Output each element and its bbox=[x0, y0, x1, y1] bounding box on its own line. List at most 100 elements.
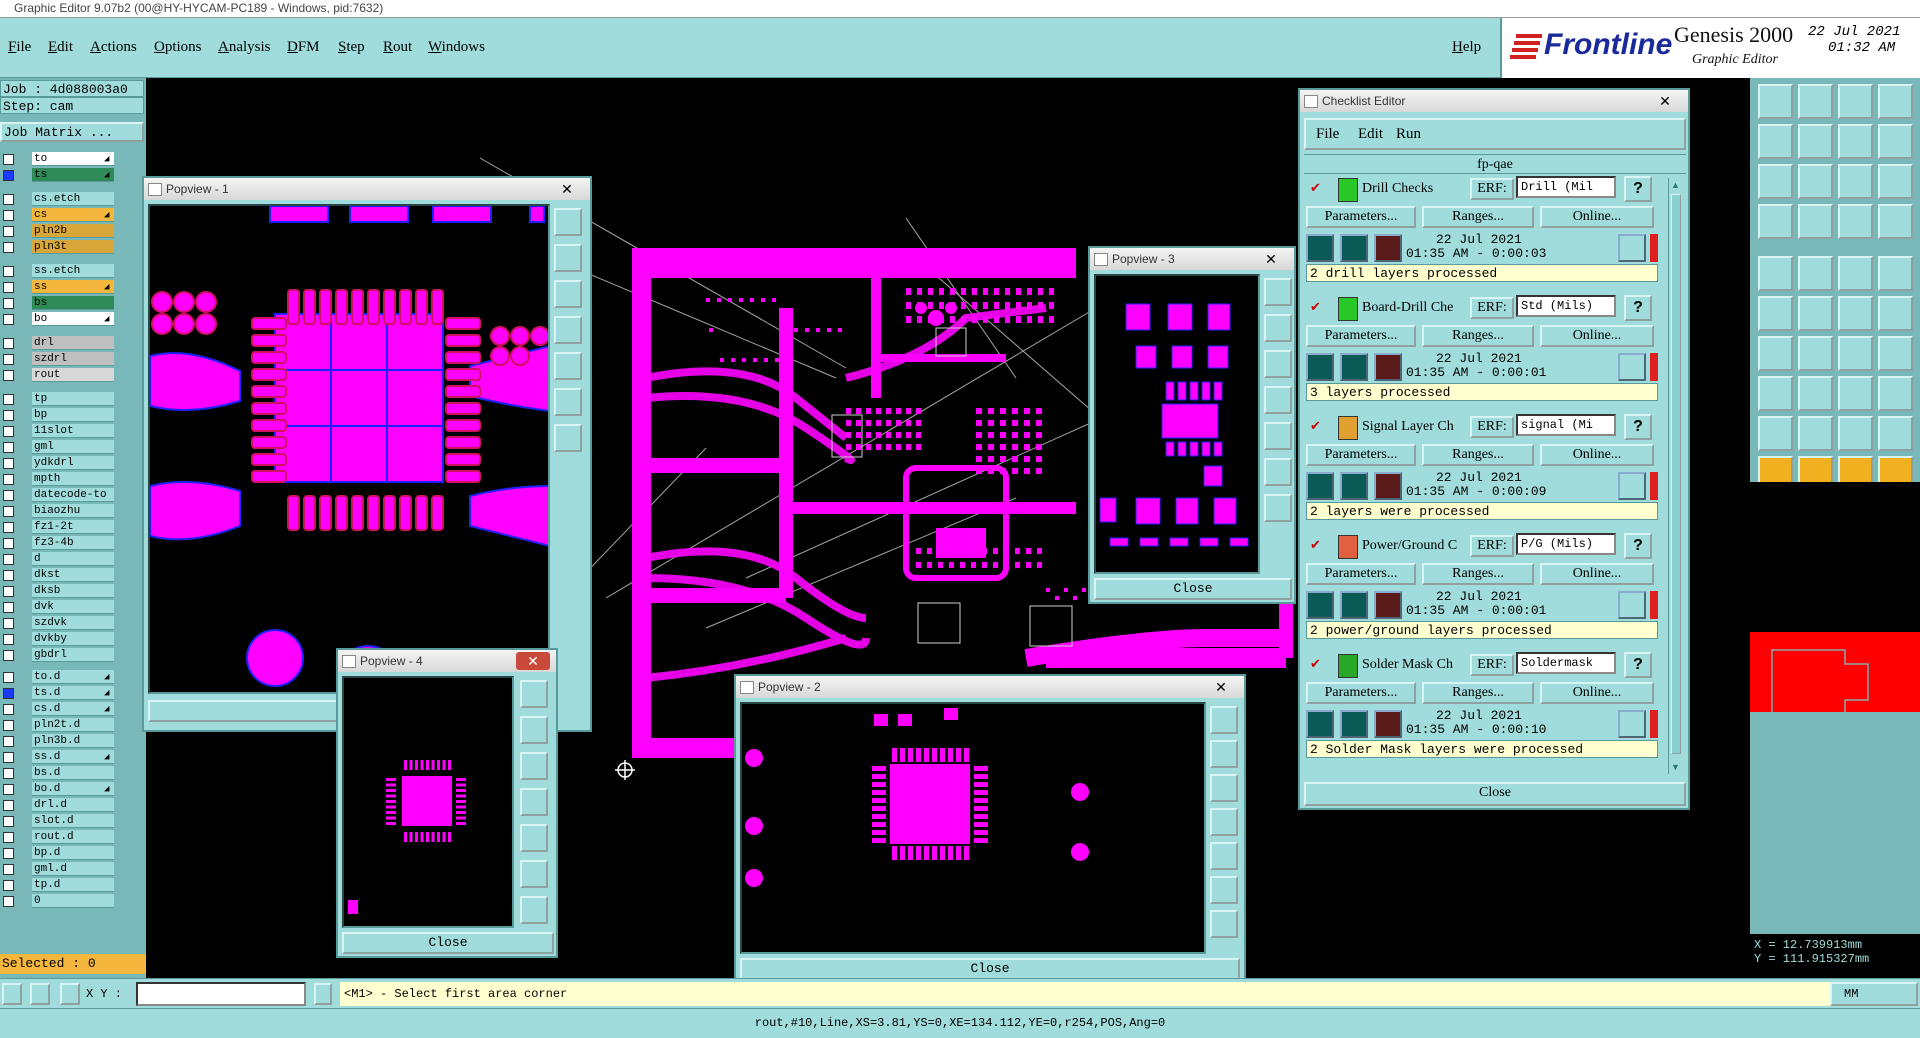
layer-checkbox[interactable] bbox=[3, 752, 14, 763]
layer-name[interactable]: tp bbox=[32, 392, 114, 406]
pad-icon[interactable] bbox=[1758, 376, 1793, 411]
layer-row[interactable]: szdrl bbox=[0, 352, 116, 367]
parameters-button[interactable]: Parameters... bbox=[1306, 563, 1416, 585]
layer-checkbox[interactable] bbox=[3, 672, 14, 683]
action-name[interactable]: Board-Drill Che bbox=[1362, 300, 1470, 316]
popview-2-view[interactable] bbox=[740, 702, 1206, 954]
help-icon[interactable]: ? bbox=[1624, 176, 1652, 202]
checklist-title-bar[interactable]: Checklist Editor ✕ bbox=[1300, 90, 1688, 112]
layer-checkbox[interactable] bbox=[3, 634, 14, 645]
menu-windows[interactable]: Windows bbox=[428, 39, 485, 56]
checklist-editor-window[interactable]: Checklist Editor ✕ File Edit Run fp-qae … bbox=[1298, 88, 1690, 810]
ranges-button[interactable]: Ranges... bbox=[1422, 563, 1534, 585]
erf-field[interactable]: Soldermask bbox=[1516, 652, 1616, 674]
popview-1-view[interactable] bbox=[148, 204, 550, 694]
pan-icon[interactable] bbox=[1798, 164, 1833, 199]
menu-edit[interactable]: Edit bbox=[48, 39, 73, 56]
layer-row[interactable]: dksb bbox=[0, 584, 116, 599]
layer-checkbox[interactable] bbox=[3, 688, 14, 699]
run-icon[interactable] bbox=[1306, 472, 1334, 500]
parameters-button[interactable]: Parameters... bbox=[1306, 325, 1416, 347]
pan-right-icon[interactable] bbox=[1210, 842, 1238, 870]
pan-right-icon[interactable] bbox=[1264, 422, 1292, 450]
layer-checkbox[interactable] bbox=[3, 474, 14, 485]
menu-analysis[interactable]: Analysis bbox=[218, 39, 271, 56]
menu-actions[interactable]: Actions bbox=[90, 39, 137, 56]
action-name[interactable]: Signal Layer Ch bbox=[1362, 419, 1470, 435]
parameters-button[interactable]: Parameters... bbox=[1306, 206, 1416, 228]
warn-d-icon[interactable] bbox=[1878, 416, 1913, 451]
ranges-button[interactable]: Ranges... bbox=[1422, 206, 1534, 228]
copy-icon[interactable] bbox=[1878, 84, 1913, 119]
stop-icon[interactable] bbox=[1374, 472, 1402, 500]
layer-checkbox[interactable] bbox=[3, 736, 14, 747]
run-step-icon[interactable] bbox=[1340, 591, 1368, 619]
layer-name[interactable]: 11slot bbox=[32, 424, 114, 438]
zoom-in-icon[interactable] bbox=[554, 244, 582, 272]
import-icon[interactable] bbox=[1758, 124, 1793, 159]
layer-checkbox[interactable] bbox=[3, 602, 14, 613]
layer-name[interactable]: szdvk bbox=[32, 616, 114, 630]
action-name[interactable]: Power/Ground C bbox=[1362, 538, 1470, 554]
layer-name[interactable]: dksb bbox=[32, 584, 114, 598]
ranges-button[interactable]: Ranges... bbox=[1422, 682, 1534, 704]
layer-row[interactable]: ss ◢ bbox=[0, 280, 116, 295]
layer-name[interactable]: bo.d bbox=[32, 782, 114, 796]
layer-name[interactable]: to bbox=[32, 152, 114, 166]
units-select[interactable]: MM bbox=[1830, 982, 1918, 1006]
layer-name[interactable]: rout bbox=[32, 368, 114, 382]
run-icon[interactable] bbox=[1306, 591, 1334, 619]
layer-name[interactable]: d bbox=[32, 552, 114, 566]
layer-row[interactable]: gbdrl bbox=[0, 648, 116, 663]
layer-row[interactable]: ss.d ◢ bbox=[0, 750, 116, 765]
zoom-out-icon[interactable] bbox=[1264, 350, 1292, 378]
layer-checkbox[interactable] bbox=[3, 650, 14, 661]
layer-name[interactable]: pln3t bbox=[32, 240, 114, 254]
measure-icon[interactable] bbox=[30, 983, 50, 1005]
checklist-menu-run[interactable]: Run bbox=[1396, 126, 1421, 143]
popview-3-view[interactable] bbox=[1094, 274, 1260, 574]
target-icon[interactable] bbox=[1878, 256, 1913, 291]
run-step-icon[interactable] bbox=[1340, 234, 1368, 262]
zoom-in-icon[interactable] bbox=[1264, 314, 1292, 342]
zoom-home-icon[interactable] bbox=[1264, 278, 1292, 306]
layer-name[interactable]: szdrl bbox=[32, 352, 114, 366]
parameters-button[interactable]: Parameters... bbox=[1306, 444, 1416, 466]
menu-file[interactable]: File bbox=[8, 39, 31, 56]
layer-name[interactable]: bs bbox=[32, 296, 114, 310]
action-name[interactable]: Solder Mask Ch bbox=[1362, 657, 1470, 673]
stop-icon[interactable] bbox=[1374, 234, 1402, 262]
layer-row[interactable]: slot.d bbox=[0, 814, 116, 829]
snap-icon[interactable] bbox=[2, 983, 22, 1005]
layer-checkbox[interactable] bbox=[3, 522, 14, 533]
layer-name[interactable]: 0 bbox=[32, 894, 114, 908]
layer-name[interactable]: biaozhu bbox=[32, 504, 114, 518]
layer-checkbox[interactable] bbox=[3, 586, 14, 597]
layer-name[interactable]: fz1-2t bbox=[32, 520, 114, 534]
fit-icon[interactable] bbox=[520, 860, 548, 888]
layer-row[interactable]: cs.d ◢ bbox=[0, 702, 116, 717]
snap-icon[interactable] bbox=[1758, 204, 1793, 239]
layer-checkbox[interactable] bbox=[3, 354, 14, 365]
layer-checkbox[interactable] bbox=[3, 506, 14, 517]
layer-checkbox[interactable] bbox=[3, 538, 14, 549]
layer-name[interactable]: pln2t.d bbox=[32, 718, 114, 732]
layer-row[interactable]: mpth bbox=[0, 472, 116, 487]
popview-1-close-icon[interactable]: ✕ bbox=[550, 180, 584, 198]
zoom-results-icon[interactable] bbox=[1618, 234, 1646, 262]
layer-row[interactable]: gml.d bbox=[0, 862, 116, 877]
layer-name[interactable]: bs.d bbox=[32, 766, 114, 780]
checklist-menu-edit[interactable]: Edit bbox=[1358, 126, 1383, 143]
zoom-results-icon[interactable] bbox=[1618, 472, 1646, 500]
layer-row[interactable]: pln3b.d bbox=[0, 734, 116, 749]
layer-row[interactable]: tp.d bbox=[0, 878, 116, 893]
parameters-button[interactable]: Parameters... bbox=[1306, 682, 1416, 704]
layer-name[interactable]: dvkby bbox=[32, 632, 114, 646]
menu-dfm[interactable]: DFM bbox=[287, 39, 320, 56]
layer-row[interactable]: ydkdrl bbox=[0, 456, 116, 471]
popview-3-window[interactable]: Popview - 3 ✕ Close bbox=[1088, 246, 1296, 604]
layer-name[interactable]: datecode-to bbox=[32, 488, 114, 502]
popview-4-close-icon[interactable]: ✕ bbox=[516, 652, 550, 670]
pan-left-icon[interactable] bbox=[520, 788, 548, 816]
layer-row[interactable]: pln2b bbox=[0, 224, 116, 239]
